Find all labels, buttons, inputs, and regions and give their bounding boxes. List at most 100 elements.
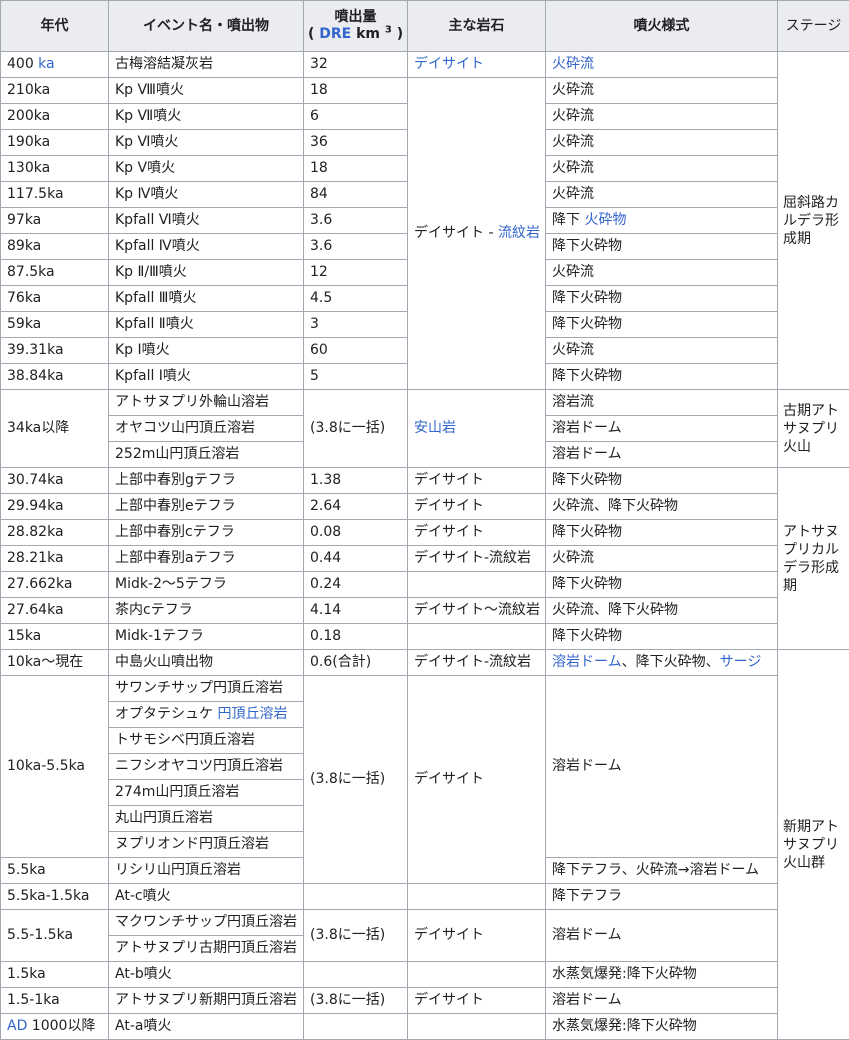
stage-cell: 屈斜路カルデラ形成期 <box>778 52 849 390</box>
ka-link[interactable]: ka <box>38 56 54 72</box>
event-cell: 上部中春別eテフラ <box>109 494 304 520</box>
event-cell: Kp Ⅱ/Ⅲ噴火 <box>109 260 304 286</box>
age-cell: 117.5ka <box>1 182 109 208</box>
table-row: 210ka Kp Ⅷ噴火 18 デイサイト - 流紋岩 火砕流 <box>1 78 849 104</box>
event-cell: アトサヌプリ新期円頂丘溶岩 <box>109 988 304 1014</box>
ad-link[interactable]: AD <box>7 1018 27 1034</box>
age-cell: 5.5-1.5ka <box>1 910 109 962</box>
table-row: 30.74ka 上部中春別gテフラ 1.38 デイサイト 降下火砕物 アトサヌプ… <box>1 468 849 494</box>
style-cell: 溶岩ドーム <box>546 988 778 1014</box>
age-cell: 28.21ka <box>1 546 109 572</box>
event-cell: Kp Ⅰ噴火 <box>109 338 304 364</box>
style-cell: 火砕流 <box>546 546 778 572</box>
style-cell: 溶岩ドーム <box>546 442 778 468</box>
rock-cell: デイサイト <box>408 468 546 494</box>
pyroclastic-link[interactable]: 火砕物 <box>584 212 626 228</box>
eruption-history-table: 年代 イベント名・噴出物 噴出量 ( DRE km 3 ) 主な岩石 噴火様式 … <box>0 0 849 1040</box>
stage-cell: 新期アトサヌプリ火山群 <box>778 650 849 1040</box>
event-cell: Midk-2～5テフラ <box>109 572 304 598</box>
style-cell: 降下火砕物 <box>546 624 778 650</box>
style-cell: 降下火砕物 <box>546 364 778 390</box>
event-cell: オヤコツ山円頂丘溶岩 <box>109 416 304 442</box>
event-cell: 上部中春別cテフラ <box>109 520 304 546</box>
age-cell: 34ka以降 <box>1 390 109 468</box>
style-cell: 降下火砕物 <box>546 286 778 312</box>
rock-cell <box>408 624 546 650</box>
rock-cell <box>408 962 546 988</box>
surge-link[interactable]: サージ <box>720 654 762 670</box>
header-row: 年代 イベント名・噴出物 噴出量 ( DRE km 3 ) 主な岩石 噴火様式 … <box>1 1 849 52</box>
volume-cell: (3.8に一括) <box>304 676 408 884</box>
header-volume: 噴出量 ( DRE km 3 ) <box>304 1 408 52</box>
pyroclastic-flow-link[interactable]: 火砕流 <box>546 52 778 78</box>
table-row: 27.662ka Midk-2～5テフラ 0.24 降下火砕物 <box>1 572 849 598</box>
dacite-link[interactable]: デイサイト <box>408 52 546 78</box>
rhyolite-link[interactable]: 流紋岩 <box>498 225 540 241</box>
style-cell: 降下テフラ、火砕流→溶岩ドーム <box>546 858 778 884</box>
event-cell: 上部中春別gテフラ <box>109 468 304 494</box>
style-cell: 水蒸気爆発:降下火砕物 <box>546 962 778 988</box>
table-row: 10ka-5.5ka サワンチサップ円頂丘溶岩 (3.8に一括) デイサイト 溶… <box>1 676 849 702</box>
volume-cell: 0.08 <box>304 520 408 546</box>
style-cell: 火砕流 <box>546 260 778 286</box>
volume-cell: 12 <box>304 260 408 286</box>
age-cell: 29.94ka <box>1 494 109 520</box>
style-cell: 火砕流、降下火砕物 <box>546 494 778 520</box>
rock-cell: デイサイト-流紋岩 <box>408 650 546 676</box>
table-row: 15ka Midk-1テフラ 0.18 降下火砕物 <box>1 624 849 650</box>
volume-cell: 6 <box>304 104 408 130</box>
style-cell: 降下火砕物 <box>546 572 778 598</box>
rock-cell: デイサイト <box>408 520 546 546</box>
rock-cell: デイサイト <box>408 988 546 1014</box>
style-cell: 降下火砕物 <box>546 312 778 338</box>
age-cell: AD 1000以降 <box>1 1014 109 1040</box>
event-cell: Midk-1テフラ <box>109 624 304 650</box>
table-row: 28.21ka 上部中春別aテフラ 0.44 デイサイト-流紋岩 火砕流 <box>1 546 849 572</box>
volume-cell: 3.6 <box>304 234 408 260</box>
event-cell: Kp Ⅴ噴火 <box>109 156 304 182</box>
age-cell: 97ka <box>1 208 109 234</box>
age-cell: 10ka～現在 <box>1 650 109 676</box>
rock-cell <box>408 572 546 598</box>
event-cell: At-b噴火 <box>109 962 304 988</box>
style-cell: 降下火砕物 <box>546 234 778 260</box>
andesite-link[interactable]: 安山岩 <box>408 390 546 468</box>
rock-cell: デイサイト～流紋岩 <box>408 598 546 624</box>
volume-cell: 18 <box>304 156 408 182</box>
volume-cell: 60 <box>304 338 408 364</box>
event-cell: Kpfall Ⅵ噴火 <box>109 208 304 234</box>
style-cell: 溶岩ドーム <box>546 676 778 858</box>
age-cell: 27.662ka <box>1 572 109 598</box>
table-row: 400 ka 古梅溶結凝灰岩 32 デイサイト 火砕流 屈斜路カルデラ形成期 <box>1 52 849 78</box>
style-cell: 溶岩ドーム、降下火砕物、サージ <box>546 650 778 676</box>
style-cell: 水蒸気爆発:降下火砕物 <box>546 1014 778 1040</box>
volume-cell: (3.8に一括) <box>304 390 408 468</box>
volume-cell: 3 <box>304 312 408 338</box>
volume-cell: 36 <box>304 130 408 156</box>
style-cell: 火砕流 <box>546 130 778 156</box>
age-cell: 27.64ka <box>1 598 109 624</box>
style-cell: 降下テフラ <box>546 884 778 910</box>
event-cell: Kp Ⅷ噴火 <box>109 78 304 104</box>
event-cell: Kp Ⅵ噴火 <box>109 130 304 156</box>
event-cell: Kp Ⅶ噴火 <box>109 104 304 130</box>
dre-link[interactable]: DRE <box>319 26 351 42</box>
lava-dome-link[interactable]: 溶岩ドーム <box>552 654 622 670</box>
event-cell: ヌプリオンド円頂丘溶岩 <box>109 832 304 858</box>
event-cell: Kpfall Ⅱ噴火 <box>109 312 304 338</box>
volume-cell: 0.44 <box>304 546 408 572</box>
style-cell: 溶岩ドーム <box>546 910 778 962</box>
volume-cell <box>304 884 408 910</box>
rock-cell: デイサイト - 流紋岩 <box>408 78 546 390</box>
table-row: 34ka以降 アトサヌプリ外輪山溶岩 (3.8に一括) 安山岩 溶岩流 古期アト… <box>1 390 849 416</box>
rock-cell: デイサイト <box>408 676 546 884</box>
table-row: 5.5ka-1.5ka At-c噴火 降下テフラ <box>1 884 849 910</box>
dome-lava-link[interactable]: 円頂丘溶岩 <box>217 706 287 722</box>
rock-cell <box>408 1014 546 1040</box>
stage-cell: アトサヌプリカルデラ形成期 <box>778 468 849 650</box>
rock-cell: デイサイト <box>408 910 546 962</box>
table-row: AD 1000以降 At-a噴火 水蒸気爆発:降下火砕物 <box>1 1014 849 1040</box>
event-cell: 252m山円頂丘溶岩 <box>109 442 304 468</box>
age-cell: 210ka <box>1 78 109 104</box>
age-cell: 38.84ka <box>1 364 109 390</box>
